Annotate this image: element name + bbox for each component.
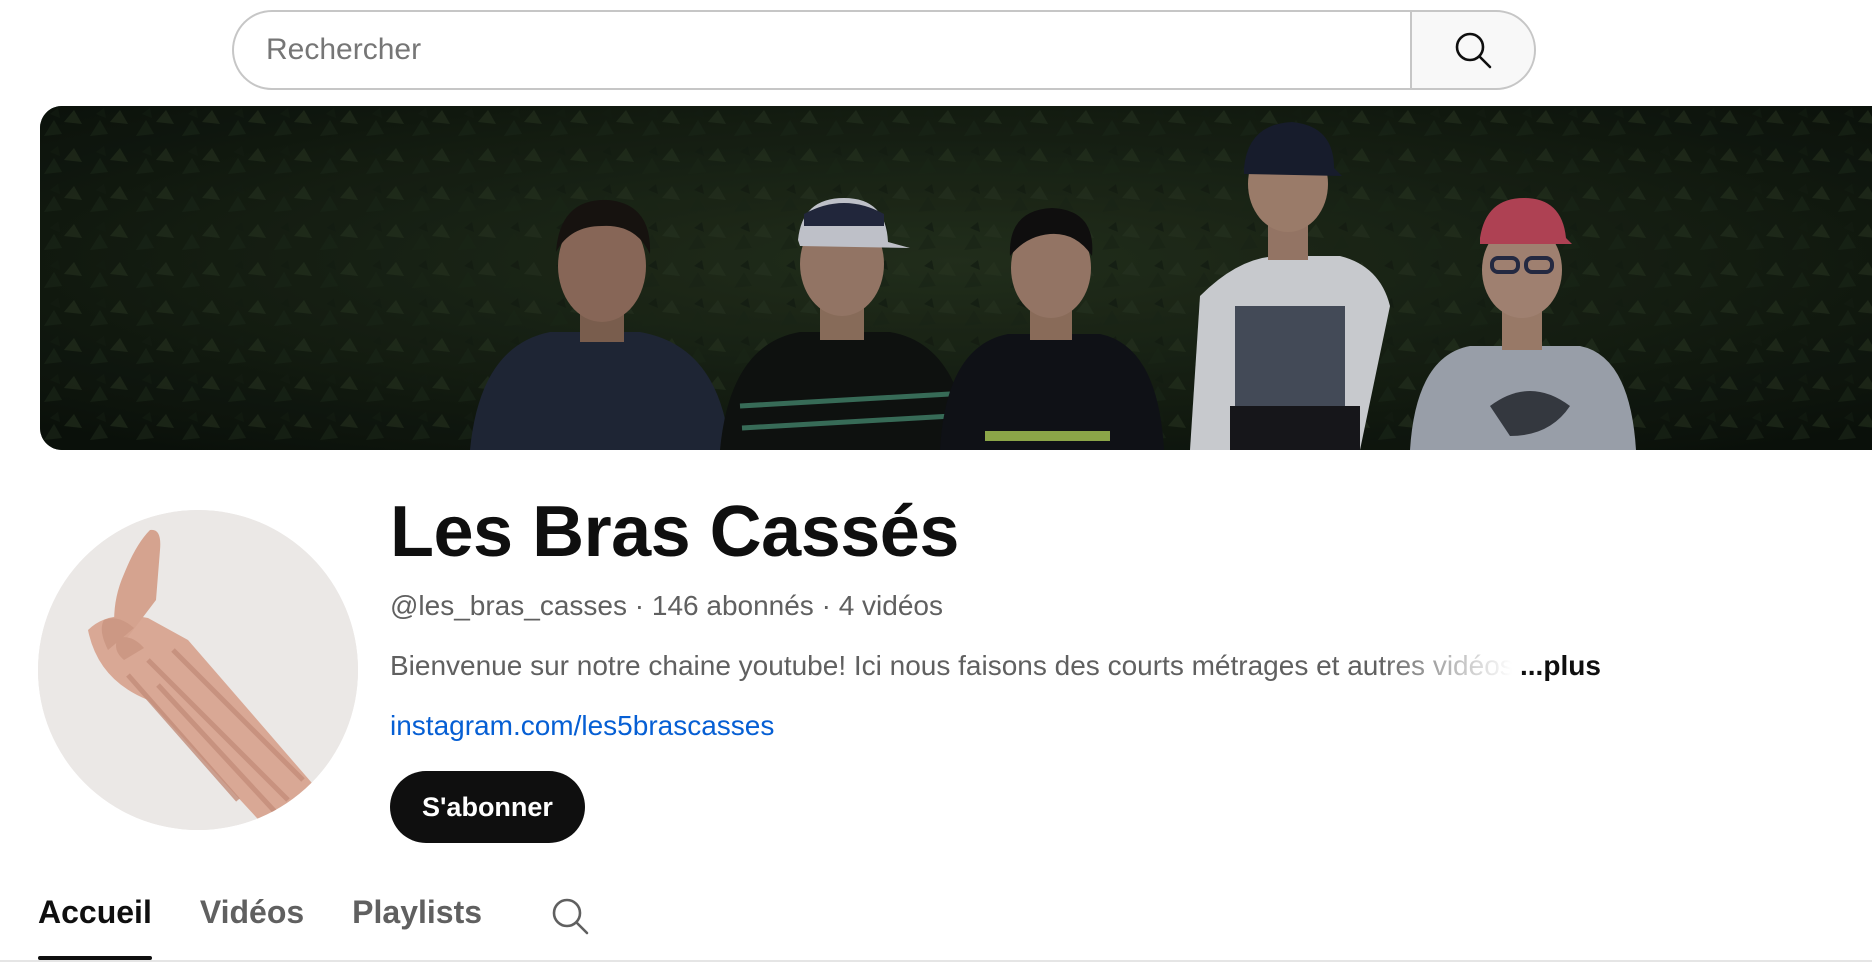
description-more-link[interactable]: ...plus	[1520, 648, 1601, 684]
search-icon	[1455, 32, 1492, 69]
channel-meta: @les_bras_casses · 146 abonnés · 4 vidéo…	[390, 588, 943, 624]
tab-search-button[interactable]	[550, 886, 590, 941]
channel-tabs: Accueil Vidéos Playlists	[38, 886, 590, 960]
channel-description[interactable]: Bienvenue sur notre chaine youtube! Ici …	[390, 648, 1601, 684]
banner-photo	[40, 106, 1872, 450]
tab-accueil[interactable]: Accueil	[38, 886, 152, 960]
search-button[interactable]	[1410, 10, 1536, 90]
subscribe-button[interactable]: S'abonner	[390, 771, 585, 843]
channel-name: Les Bras Cassés	[390, 492, 959, 572]
channel-handle: @les_bras_casses	[390, 590, 627, 621]
channel-banner	[40, 106, 1872, 450]
tab-playlists[interactable]: Playlists	[352, 886, 482, 960]
search-input[interactable]	[232, 10, 1410, 90]
description-text: Bienvenue sur notre chaine youtube! Ici …	[390, 650, 1512, 681]
search-bar	[232, 10, 1536, 90]
search-icon	[552, 898, 589, 935]
bandaged-arm-thumbs-up-image	[38, 510, 358, 830]
meta-separator: ·	[821, 590, 831, 621]
tabs-divider	[0, 960, 1872, 962]
subscriber-count: 146 abonnés	[651, 590, 814, 621]
channel-avatar[interactable]	[38, 510, 358, 830]
video-count: 4 vidéos	[838, 590, 943, 621]
tab-videos[interactable]: Vidéos	[200, 886, 304, 960]
meta-separator: ·	[634, 590, 645, 621]
channel-external-link[interactable]: instagram.com/les5brascasses	[390, 708, 774, 744]
